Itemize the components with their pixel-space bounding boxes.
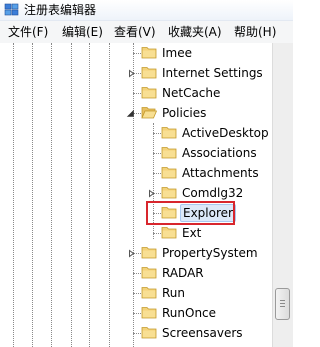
registry-editor-icon (4, 3, 19, 16)
tree-node-label: Attachments (182, 166, 259, 180)
tree-guide-line (32, 43, 33, 347)
tree-node-label: Policies (162, 106, 207, 120)
tree-node-label: Comdlg32 (182, 186, 244, 200)
highlight-box (146, 201, 235, 225)
menu-view[interactable]: 查看(V) (114, 24, 156, 40)
open-folder-icon (141, 107, 157, 119)
expand-arrow-icon[interactable] (127, 69, 136, 78)
tree-connector (133, 273, 141, 274)
tree-node-label: Run (162, 286, 186, 300)
tree-node-label: Screensavers (162, 326, 243, 340)
tree-guide-line (89, 43, 90, 347)
folder-icon (141, 307, 157, 319)
tree-connector (153, 153, 161, 154)
tree-node-label: RunOnce (162, 306, 217, 320)
vertical-scrollbar[interactable] (272, 43, 293, 347)
folder-icon (161, 127, 177, 139)
tree-connector (133, 313, 141, 314)
expand-arrow-icon[interactable] (147, 189, 156, 198)
collapse-arrow-icon[interactable] (126, 109, 135, 118)
folder-icon (161, 187, 177, 199)
tree-node-label: PropertySystem (162, 246, 258, 260)
menu-edit[interactable]: 编辑(E) (62, 24, 103, 40)
tree-node-label: ActiveDesktop (182, 126, 269, 140)
folder-icon (141, 67, 157, 79)
folder-icon (141, 247, 157, 259)
folder-icon (161, 167, 177, 179)
folder-icon (141, 287, 157, 299)
menu-file[interactable]: 文件(F) (8, 24, 48, 40)
tree-guide-line (51, 43, 52, 347)
grip-line (280, 303, 285, 304)
menu-help[interactable]: 帮助(H) (234, 24, 276, 40)
registry-tree[interactable]: Imee Internet Settings NetCache Policies… (0, 43, 272, 347)
folder-icon (161, 227, 177, 239)
tree-node-label: Imee (162, 46, 192, 60)
tree-connector (153, 133, 161, 134)
tree-connector (153, 233, 161, 234)
tree-node-label: Associations (182, 146, 257, 160)
tree-node-label: Internet Settings (162, 66, 263, 80)
tree-connector (133, 53, 141, 54)
menu-bar: 文件(F) 编辑(E) 查看(V) 收藏夹(A) 帮助(H) (0, 21, 293, 44)
tree-guide-line (13, 43, 14, 347)
grip-line (280, 300, 285, 301)
title-bar: 注册表编辑器 (0, 0, 293, 21)
tree-guide-line (71, 43, 72, 347)
scrollbar-thumb[interactable] (275, 288, 290, 320)
tree-node-label: Ext (182, 226, 202, 240)
grip-line (280, 306, 285, 307)
tree-guide-line (133, 43, 134, 347)
menu-favorites[interactable]: 收藏夹(A) (168, 24, 222, 40)
tree-connector (133, 293, 141, 294)
folder-icon (141, 327, 157, 339)
window-title: 注册表编辑器 (24, 3, 97, 17)
expand-arrow-icon[interactable] (127, 249, 136, 258)
folder-icon (161, 147, 177, 159)
tree-node-label: RADAR (162, 266, 204, 280)
folder-icon (141, 87, 157, 99)
tree-connector (153, 173, 161, 174)
folder-icon (141, 267, 157, 279)
tree-guide-line (109, 43, 110, 347)
tree-node-label: NetCache (162, 86, 221, 100)
tree-connector (133, 333, 141, 334)
tree-connector (133, 93, 141, 94)
folder-icon (141, 47, 157, 59)
